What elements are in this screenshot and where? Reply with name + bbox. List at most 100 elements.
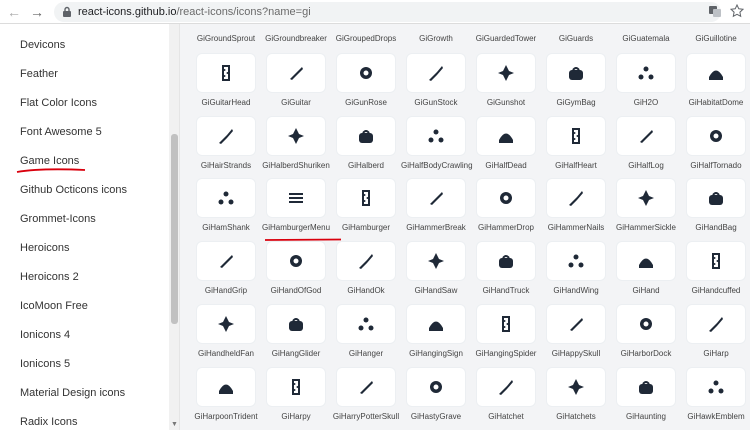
sidebar-item-font-awesome-5[interactable]: Font Awesome 5: [20, 126, 102, 138]
icon-label: GiGuatemala: [622, 34, 670, 43]
icon-card[interactable]: [197, 242, 255, 280]
icon-card[interactable]: [617, 179, 675, 217]
sidebar-item-ionicons-4[interactable]: Ionicons 4: [20, 329, 70, 341]
icon-label: GiGrowth: [419, 34, 453, 43]
icon-label: GiGuitarHead: [201, 98, 251, 107]
sidebar-item-heroicons-2[interactable]: Heroicons 2: [20, 271, 79, 283]
scroll-down-arrow-icon[interactable]: ▼: [171, 421, 178, 428]
icon-label: GiHandTruck: [482, 286, 530, 295]
game-icon: [502, 316, 510, 332]
sidebar-item-heroicons[interactable]: Heroicons: [20, 242, 70, 254]
icon-card[interactable]: [617, 54, 675, 92]
game-icon: [570, 318, 583, 331]
game-icon: [568, 254, 584, 268]
icon-card[interactable]: [197, 54, 255, 92]
icon-label: GiHammerSickle: [615, 223, 676, 232]
icon-card[interactable]: [547, 117, 605, 155]
address-bar[interactable]: react-icons.github.io/react-icons/icons?…: [54, 1, 721, 22]
sidebar: Devicons Feather Flat Color Icons Font A…: [0, 24, 180, 430]
icon-card[interactable]: [267, 54, 325, 92]
game-icon: [222, 65, 230, 81]
icon-card[interactable]: [617, 242, 675, 280]
icon-card[interactable]: [337, 117, 395, 155]
icon-card[interactable]: [267, 117, 325, 155]
game-icon: [428, 129, 444, 143]
icon-card[interactable]: [407, 117, 465, 155]
icon-card[interactable]: [687, 368, 745, 406]
icon-card[interactable]: [547, 179, 605, 217]
icon-card[interactable]: [477, 305, 535, 343]
icon-label: GiHandcuffed: [691, 286, 741, 295]
icon-card[interactable]: [407, 54, 465, 92]
top-label-row: GiGroundSprout GiGroundbreaker GiGrouped…: [180, 34, 750, 46]
sidebar-item-grommet-icons[interactable]: Grommet-Icons: [20, 213, 96, 225]
icon-card[interactable]: [547, 54, 605, 92]
icon-card[interactable]: [337, 242, 395, 280]
sidebar-item-devicons[interactable]: Devicons: [20, 39, 65, 51]
icon-card[interactable]: [687, 179, 745, 217]
sidebar-item-icomoon-free[interactable]: IcoMoon Free: [20, 300, 88, 312]
icon-card[interactable]: [337, 179, 395, 217]
icon-card[interactable]: [477, 54, 535, 92]
lock-icon: [63, 6, 71, 17]
icon-card[interactable]: [477, 117, 535, 155]
icon-card[interactable]: [197, 305, 255, 343]
icon-card[interactable]: [337, 368, 395, 406]
icon-card[interactable]: [197, 179, 255, 217]
icon-card[interactable]: [687, 54, 745, 92]
icon-card[interactable]: [407, 305, 465, 343]
icon-card[interactable]: [687, 305, 745, 343]
icon-card[interactable]: [407, 179, 465, 217]
game-icon: [639, 258, 653, 268]
sidebar-item-flat-color-icons[interactable]: Flat Color Icons: [20, 97, 97, 109]
icon-card[interactable]: [477, 242, 535, 280]
sidebar-item-ionicons-5[interactable]: Ionicons 5: [20, 358, 70, 370]
game-icon: [639, 381, 653, 394]
sidebar-scroll-thumb[interactable]: [171, 134, 178, 324]
icon-card[interactable]: [547, 242, 605, 280]
game-icon: [708, 380, 724, 394]
icon-card[interactable]: [617, 368, 675, 406]
icon-card[interactable]: [267, 242, 325, 280]
icon-label: GiGymBag: [556, 98, 596, 107]
forward-icon[interactable]: →: [28, 3, 46, 21]
icon-card[interactable]: [477, 368, 535, 406]
annotation-underline-hamburger-menu: [264, 238, 342, 241]
icon-card[interactable]: [337, 54, 395, 92]
sidebar-item-material-design[interactable]: Material Design icons: [20, 387, 125, 399]
game-icon: [638, 66, 654, 80]
icon-label: GiHarpy: [281, 412, 311, 421]
icon-label: GiHamburger: [341, 223, 390, 232]
icon-card[interactable]: [267, 368, 325, 406]
icon-card[interactable]: [337, 305, 395, 343]
icon-label: GiGunStock: [414, 98, 458, 107]
icon-card[interactable]: [687, 242, 745, 280]
icon-label: GiHand: [632, 286, 660, 295]
icon-card[interactable]: [547, 305, 605, 343]
game-icon: [290, 67, 303, 80]
game-icon: [219, 384, 233, 394]
icon-card[interactable]: [477, 179, 535, 217]
icon-card[interactable]: [617, 305, 675, 343]
icon-label: GiHalfBodyCrawling: [401, 161, 473, 170]
icon-label: GiHawkEmblem: [687, 412, 745, 421]
back-icon[interactable]: ←: [5, 3, 23, 21]
icon-card[interactable]: [687, 117, 745, 155]
icon-card[interactable]: [197, 117, 255, 155]
icon-card[interactable]: [267, 179, 325, 217]
icon-card[interactable]: [547, 368, 605, 406]
icon-card[interactable]: [407, 242, 465, 280]
icon-label: GiHarp: [703, 349, 729, 358]
sidebar-item-github-octicons[interactable]: Github Octicons icons: [20, 184, 127, 196]
sidebar-scrollbar[interactable]: ▼: [169, 24, 179, 430]
icon-label: GiHalberdShuriken: [262, 161, 330, 170]
bookmark-star-icon[interactable]: [730, 4, 744, 18]
sidebar-item-feather[interactable]: Feather: [20, 68, 58, 80]
icon-card[interactable]: [267, 305, 325, 343]
icon-card[interactable]: [617, 117, 675, 155]
translate-icon[interactable]: [708, 4, 722, 18]
icon-label: GiHalfDead: [485, 161, 527, 170]
sidebar-item-radix-icons[interactable]: Radix Icons: [20, 416, 77, 428]
icon-card[interactable]: [197, 368, 255, 406]
icon-card[interactable]: [407, 368, 465, 406]
